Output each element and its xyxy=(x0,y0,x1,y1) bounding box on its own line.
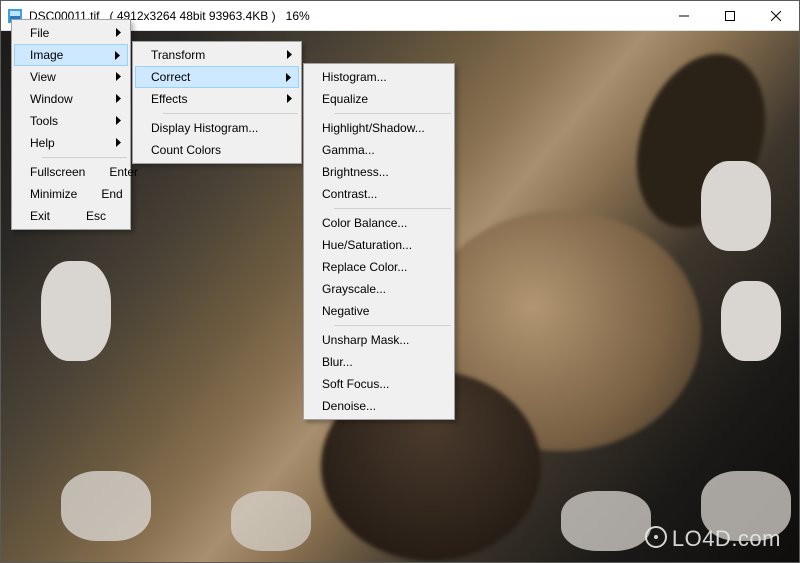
menu-tools[interactable]: Tools xyxy=(14,110,128,132)
menu-replace-color[interactable]: Replace Color... xyxy=(306,256,452,278)
menu-window[interactable]: Window xyxy=(14,88,128,110)
menu-effects[interactable]: Effects xyxy=(135,88,299,110)
blanket-stripe xyxy=(701,161,771,251)
menu-item-label: Grayscale... xyxy=(322,282,386,296)
menu-item-label: Gamma... xyxy=(322,143,375,157)
chevron-right-icon xyxy=(287,50,293,59)
menu-item-label: Unsharp Mask... xyxy=(322,333,409,347)
menu-hue-saturation[interactable]: Hue/Saturation... xyxy=(306,234,452,256)
menu-separator xyxy=(334,325,451,326)
chevron-right-icon xyxy=(287,94,293,103)
menu-item-label: Negative xyxy=(322,304,369,318)
chevron-right-icon xyxy=(116,94,122,103)
blanket-stripe xyxy=(561,491,651,551)
menu-correct[interactable]: Correct xyxy=(135,66,299,88)
menu-separator xyxy=(334,208,451,209)
watermark-icon xyxy=(645,526,667,548)
menu-separator xyxy=(334,113,451,114)
menu-item-label: Display Histogram... xyxy=(151,121,258,135)
image-submenu: Transform Correct Effects Display Histog… xyxy=(132,41,302,164)
menu-item-label: Histogram... xyxy=(322,70,387,84)
menu-separator xyxy=(163,113,298,114)
menu-separator xyxy=(42,157,127,158)
menu-unsharp-mask[interactable]: Unsharp Mask... xyxy=(306,329,452,351)
menu-item-label: Soft Focus... xyxy=(322,377,389,391)
blanket-stripe xyxy=(61,471,151,541)
menu-equalize[interactable]: Equalize xyxy=(306,88,452,110)
menu-display-histogram[interactable]: Display Histogram... xyxy=(135,117,299,139)
menu-count-colors[interactable]: Count Colors xyxy=(135,139,299,161)
menu-item-label: Denoise... xyxy=(322,399,376,413)
menu-view[interactable]: View xyxy=(14,66,128,88)
watermark-text: LO4D.com xyxy=(672,526,781,552)
title-dims: ( 4912x3264 48bit 93963.4KB ) xyxy=(110,9,276,23)
menu-denoise[interactable]: Denoise... xyxy=(306,395,452,417)
menu-item-label: Effects xyxy=(151,92,187,106)
menu-grayscale[interactable]: Grayscale... xyxy=(306,278,452,300)
menu-item-label: Color Balance... xyxy=(322,216,407,230)
window-controls xyxy=(661,1,799,30)
menu-contrast[interactable]: Contrast... xyxy=(306,183,452,205)
menu-item-label: Blur... xyxy=(322,355,353,369)
title-zoom: 16% xyxy=(286,9,310,23)
menu-item-shortcut: Esc xyxy=(62,209,106,223)
menu-item-shortcut: End xyxy=(77,187,122,201)
menu-item-label: Count Colors xyxy=(151,143,221,157)
chevron-right-icon xyxy=(116,72,122,81)
blanket-stripe xyxy=(721,281,781,361)
menu-item-label: Minimize xyxy=(30,187,77,201)
menu-item-label: Brightness... xyxy=(322,165,389,179)
menu-item-label: Transform xyxy=(151,48,205,62)
menu-image[interactable]: Image xyxy=(14,44,128,66)
menu-transform[interactable]: Transform xyxy=(135,44,299,66)
app-window: DSC00011.tif ( 4912x3264 48bit 93963.4KB… xyxy=(0,0,800,563)
menu-item-label: Fullscreen xyxy=(30,165,85,179)
chevron-right-icon xyxy=(286,73,292,82)
menu-item-label: Equalize xyxy=(322,92,368,106)
menu-soft-focus[interactable]: Soft Focus... xyxy=(306,373,452,395)
menu-exit[interactable]: Exit Esc xyxy=(14,205,128,227)
chevron-right-icon xyxy=(116,28,122,37)
menu-item-label: Exit xyxy=(30,209,50,223)
chevron-right-icon xyxy=(116,138,122,147)
menu-item-label: Window xyxy=(30,92,73,106)
correct-submenu: Histogram... Equalize Highlight/Shadow..… xyxy=(303,63,455,420)
menu-gamma[interactable]: Gamma... xyxy=(306,139,452,161)
menu-item-label: Correct xyxy=(151,70,190,84)
menu-item-shortcut: Enter xyxy=(85,165,138,179)
menu-help[interactable]: Help xyxy=(14,132,128,154)
chevron-right-icon xyxy=(115,51,121,60)
menu-negative[interactable]: Negative xyxy=(306,300,452,322)
main-context-menu: File Image View Window Tools Help Fullsc… xyxy=(11,19,131,230)
close-icon xyxy=(771,11,781,21)
menu-item-label: Image xyxy=(30,48,63,62)
menu-minimize[interactable]: MinimizeEnd xyxy=(14,183,128,205)
menu-fullscreen[interactable]: FullscreenEnter xyxy=(14,161,128,183)
menu-color-balance[interactable]: Color Balance... xyxy=(306,212,452,234)
maximize-icon xyxy=(725,11,735,21)
menu-item-label: Contrast... xyxy=(322,187,377,201)
menu-brightness[interactable]: Brightness... xyxy=(306,161,452,183)
menu-histogram[interactable]: Histogram... xyxy=(306,66,452,88)
menu-blur[interactable]: Blur... xyxy=(306,351,452,373)
blanket-stripe xyxy=(41,261,111,361)
minimize-icon xyxy=(679,11,689,21)
menu-item-label: View xyxy=(30,70,56,84)
maximize-button[interactable] xyxy=(707,1,753,30)
menu-item-label: Tools xyxy=(30,114,58,128)
menu-item-label: Highlight/Shadow... xyxy=(322,121,425,135)
close-button[interactable] xyxy=(753,1,799,30)
menu-item-label: Replace Color... xyxy=(322,260,407,274)
menu-item-label: Help xyxy=(30,136,55,150)
menu-file[interactable]: File xyxy=(14,22,128,44)
minimize-button[interactable] xyxy=(661,1,707,30)
blanket-stripe xyxy=(231,491,311,551)
menu-item-label: Hue/Saturation... xyxy=(322,238,412,252)
chevron-right-icon xyxy=(116,116,122,125)
menu-highlight-shadow[interactable]: Highlight/Shadow... xyxy=(306,117,452,139)
menu-item-label: File xyxy=(30,26,49,40)
